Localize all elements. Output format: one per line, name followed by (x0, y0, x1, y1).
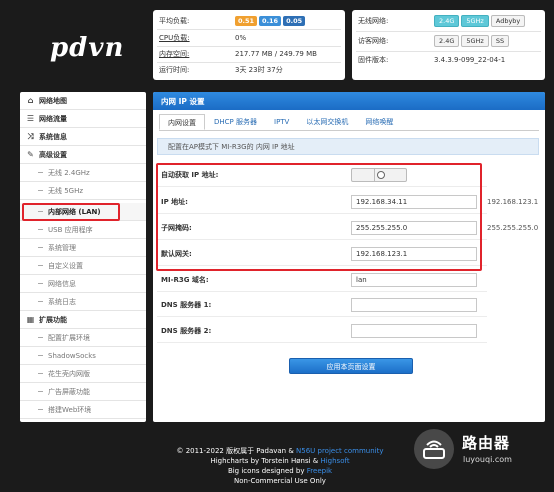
cpu-load-row[interactable]: CPU负载: 0% (159, 31, 339, 45)
wireless-5g-toggle[interactable]: 5GHz (461, 15, 489, 27)
sidebar-item-web-env[interactable]: 搭建Web环境 (20, 401, 146, 419)
shuffle-icon: ⤨ (27, 131, 34, 141)
tab-switch[interactable]: 以太网交换机 (298, 114, 356, 130)
sidebar-item-advanced[interactable]: ✎ 高级设置 (20, 146, 146, 164)
sidebar-item-usb[interactable]: USB 应用程序 (20, 221, 146, 239)
tab-dhcp[interactable]: DHCP 服务器 (206, 114, 265, 130)
sidebar-item-shadowsocks[interactable]: ShadowSocks (20, 347, 146, 365)
sidebar-item-custom[interactable]: 自定义设置 (20, 257, 146, 275)
sidebar-highlight-box (22, 203, 120, 221)
memory-link[interactable]: 内存空间: (159, 49, 235, 59)
guest-2g-toggle[interactable]: 2.4G (434, 35, 460, 47)
info-notice: 配置在AP模式下 MI-R3G的 内网 IP 地址 (157, 138, 539, 155)
list-icon: ☰ (26, 114, 35, 123)
padavan-logo: pdvn (50, 33, 125, 63)
load-badge-15: 0.05 (283, 16, 306, 26)
subnet-mask-hint: 255.255.255.0 (487, 224, 539, 232)
sidebar-item-syslog[interactable]: 系统日志 (20, 293, 146, 311)
watermark-title: 路由器 (462, 434, 511, 452)
cpu-load-link[interactable]: CPU负载: (159, 33, 235, 43)
wrench-icon: ✎ (27, 150, 34, 159)
memory-row[interactable]: 内存空间: 217.77 MB / 249.79 MB (159, 47, 339, 61)
load-average-row: 平均负载: 0.51 0.16 0.05 (159, 14, 339, 28)
sidebar-item-admin[interactable]: 系统管理 (20, 239, 146, 257)
dns1-row: DNS 服务器 1: (157, 294, 487, 317)
guest-5g-toggle[interactable]: 5GHz (461, 35, 489, 47)
community-link[interactable]: N56U project community (296, 447, 384, 455)
freepik-link[interactable]: Freepik (307, 467, 332, 475)
sidebar-item-network-map[interactable]: ⌂ 网络地图 (20, 92, 146, 110)
footer: © 2011-2022 版权属于 Padavan & N56U project … (176, 447, 384, 485)
highsoft-link[interactable]: Highsoft (320, 457, 349, 465)
apply-button[interactable]: 应用本页面设置 (289, 358, 413, 374)
sidebar-item-net-info[interactable]: 网络信息 (20, 275, 146, 293)
adbyby-toggle[interactable]: Adbyby (490, 15, 526, 27)
uptime-row: 运行时间: 3天 23时 37分 (159, 66, 283, 74)
domain-input[interactable]: lan (351, 273, 477, 287)
tab-wol[interactable]: 网络唤醒 (357, 114, 401, 130)
home-icon: ⌂ (27, 96, 34, 105)
guest-network-row: 访客网络: 2.4G 5GHz SS (358, 34, 539, 48)
grid-icon: ▦ (26, 315, 35, 324)
status-panel-left: 平均负载: 0.51 0.16 0.05 CPU负载: 0% 内存空间: 217.7… (153, 10, 345, 80)
sidebar-item-ext-env[interactable]: 配置扩展环境 (20, 329, 146, 347)
domain-row: MI-R3G 域名: lan (157, 269, 487, 292)
sidebar-item-system-info[interactable]: ⤨ 系统信息 (20, 128, 146, 146)
fields-highlight-box (156, 163, 482, 271)
sidebar-item-traffic[interactable]: ☰ 网络流量 (20, 110, 146, 128)
watermark-logo-icon (414, 429, 454, 469)
status-panel-right: 无线网络: 2.4G 5GHz Adbyby 访客网络: 2.4G 5GHz SS 固件… (352, 10, 545, 80)
dns1-input[interactable] (351, 298, 477, 312)
wireless-2g-toggle[interactable]: 2.4G (434, 15, 460, 27)
firmware-row: 固件版本: 3.4.3.9-099_22-04-1 (358, 53, 539, 67)
watermark-url: luyouqi.com (463, 455, 512, 464)
page-title: 内网 IP 设置 (153, 92, 545, 110)
sidebar-item-wireless-2g[interactable]: 无线 2.4GHz (20, 164, 146, 182)
sidebar-item-adblock[interactable]: 广告屏蔽功能 (20, 383, 146, 401)
dns2-row: DNS 服务器 2: (157, 320, 487, 343)
ss-toggle[interactable]: SS (490, 35, 510, 47)
tab-iptv[interactable]: IPTV (266, 114, 297, 130)
sidebar-item-extensions[interactable]: ▦ 扩展功能 (20, 311, 146, 329)
sidebar: ⌂ 网络地图 ☰ 网络流量 ⤨ 系统信息 ✎ 高级设置 无线 2.4GHz 无线 5GH… (20, 92, 146, 422)
tab-bar: 内网设置 DHCP 服务器 IPTV 以太网交换机 网络唤醒 (159, 114, 539, 131)
load-badge-5: 0.16 (259, 16, 282, 26)
tab-lan-settings[interactable]: 内网设置 (159, 114, 205, 130)
sidebar-item-wireless-5g[interactable]: 无线 5GHz (20, 182, 146, 200)
wireless-row: 无线网络: 2.4G 5GHz Adbyby (358, 14, 539, 28)
ip-address-hint: 192.168.123.1 (487, 198, 539, 206)
dns2-input[interactable] (351, 324, 477, 338)
load-badge-1: 0.51 (235, 16, 258, 26)
firmware-version-link[interactable]: 3.4.3.9-099_22-04-1 (434, 56, 539, 64)
sidebar-item-oray[interactable]: 花生壳内网版 (20, 365, 146, 383)
